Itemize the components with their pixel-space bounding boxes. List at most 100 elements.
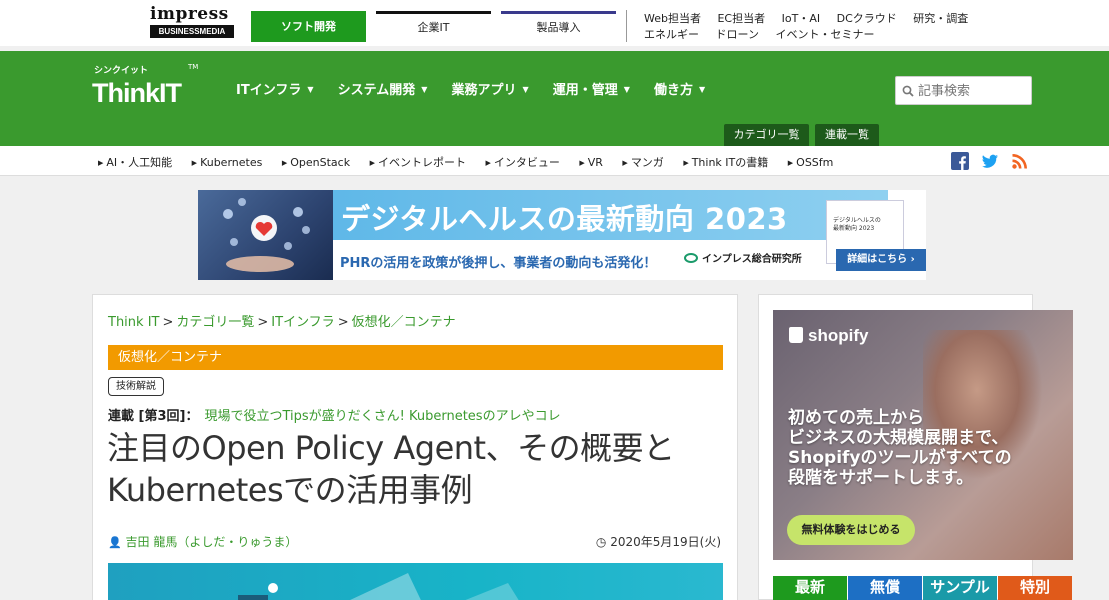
sidebar-tabs: 最新 無償 サンプル 特別 <box>773 576 1073 600</box>
impress-logo-sub: BUSINESSMEDIA <box>150 25 234 38</box>
article-tag[interactable]: 技術解説 <box>108 377 164 396</box>
topic-label: OpenStack <box>290 156 351 169</box>
caret-down-icon: ▼ <box>421 85 428 94</box>
book-title-line1: デジタルヘルスの <box>833 217 881 224</box>
topic-link[interactable]: ▶ Kubernetes <box>192 156 271 169</box>
banner-cta-label: 詳細はこちら <box>847 254 908 265</box>
media-link[interactable]: DCクラウド <box>837 12 897 25</box>
publish-date-value: 2020年5月19日(火) <box>610 535 721 549</box>
caret-down-icon: ▼ <box>699 85 706 94</box>
topic-label: イベントレポート <box>377 156 466 169</box>
media-link[interactable]: Web担当者 <box>644 12 701 25</box>
article-title: 注目のOpen Policy Agent、その概要とKubernetesでの活用… <box>107 429 675 509</box>
nav-item-workstyle[interactable]: 働き方 ▼ <box>654 79 705 98</box>
topic-label: VR <box>587 156 603 169</box>
topic-links: ▶ AI・人工知能 ▶ Kubernetes ▶ OpenStack ▶ イベントレポー… <box>98 154 849 170</box>
search-input[interactable] <box>918 81 1026 101</box>
media-link[interactable]: IoT・AI <box>782 12 820 25</box>
impress-logo[interactable]: impress BUSINESSMEDIA <box>150 5 234 38</box>
caret-down-icon: ▼ <box>522 85 529 94</box>
ad-copy-line: 初めての売上から <box>788 408 924 428</box>
main-nav: ITインフラ ▼ システム開発 ▼ 業務アプリ ▼ 運用・管理 ▼ 働き方 ▼ <box>236 79 724 98</box>
shopify-brand-label: shopify <box>808 326 869 345</box>
category-list-button[interactable]: カテゴリ一覧 <box>724 124 809 146</box>
breadcrumb-link[interactable]: カテゴリ一覧 <box>176 315 254 330</box>
nav-item-business-apps[interactable]: 業務アプリ ▼ <box>451 79 528 98</box>
author-name-link[interactable]: 吉田 龍馬（よしだ・りゅうま） <box>126 535 298 549</box>
topic-link[interactable]: ▶ マンガ <box>622 156 671 169</box>
breadcrumb-separator: > <box>162 315 174 330</box>
media-bar: impress BUSINESSMEDIA ソフト開発 企業IT 製品導入 We… <box>0 0 1109 46</box>
publisher-label: インプレス総合研究所 <box>702 254 802 265</box>
logo-tm: TM <box>188 63 199 71</box>
nav-item-infra[interactable]: ITインフラ ▼ <box>236 79 313 98</box>
media-link[interactable]: イベント・セミナー <box>775 28 874 41</box>
topic-link[interactable]: ▶ Think ITの書籍 <box>683 156 776 169</box>
publisher-name: インプレス総合研究所 <box>684 250 802 265</box>
topic-link[interactable]: ▶ イベントレポート <box>370 156 474 169</box>
banner-cta-button[interactable]: 詳細はこちら › <box>836 249 926 271</box>
media-divider <box>626 10 627 42</box>
triangle-right-icon: ▶ <box>191 159 198 167</box>
article-hero-image <box>108 563 723 600</box>
nav-label: 業務アプリ <box>451 83 517 98</box>
rss-icon[interactable] <box>1011 152 1029 170</box>
media-links-row2: エネルギー ドローン イベント・セミナー <box>644 26 887 42</box>
publish-date: ◷ 2020年5月19日(火) <box>596 533 721 550</box>
tab-special[interactable]: 特別 <box>998 576 1072 600</box>
logo-kana: シンクイット <box>94 66 149 76</box>
breadcrumb-link[interactable]: 仮想化／コンテナ <box>352 315 456 330</box>
caret-down-icon: ▼ <box>623 85 630 94</box>
topic-label: OSSfm <box>796 156 834 169</box>
user-icon: 👤 <box>108 536 122 549</box>
tab-latest[interactable]: 最新 <box>773 576 847 600</box>
tab-product[interactable]: 製品導入 <box>501 11 616 42</box>
nav-item-operations[interactable]: 運用・管理 ▼ <box>553 79 630 98</box>
series-title-link[interactable]: 現場で役立つTipsが盛りだくさん! Kubernetesのアレやコレ <box>204 409 560 424</box>
nav-label: 働き方 <box>653 83 693 98</box>
tab-soft-dev[interactable]: ソフト開発 <box>251 11 366 42</box>
triangle-right-icon: ▶ <box>622 159 628 167</box>
hero-illustration <box>238 573 519 600</box>
series-list-button[interactable]: 連載一覧 <box>815 124 879 146</box>
shopify-logo: shopify <box>789 326 868 346</box>
nav-label: 運用・管理 <box>552 83 618 98</box>
media-link[interactable]: 研究・調査 <box>913 12 968 25</box>
topic-label: Kubernetes <box>200 156 263 169</box>
tab-enterprise-it[interactable]: 企業IT <box>376 11 491 42</box>
impress-mark-icon <box>684 253 698 263</box>
banner-title: デジタルヘルスの最新動向 2023 <box>341 202 788 236</box>
topic-label: インタビュー <box>493 156 560 169</box>
clock-icon: ◷ <box>595 535 607 549</box>
topic-link[interactable]: ▶ OSSfm <box>788 156 842 169</box>
media-link[interactable]: エネルギー <box>644 28 699 41</box>
topic-link[interactable]: ▶ インタビュー <box>485 156 567 169</box>
media-link[interactable]: EC担当者 <box>717 12 765 25</box>
shopify-ad[interactable]: shopify 初めての売上から ビジネスの大規模展開まで、 Shopifyのツ… <box>773 310 1073 560</box>
caret-down-icon: ▼ <box>307 85 314 94</box>
topic-link[interactable]: ▶ VR <box>579 156 611 169</box>
promo-banner[interactable]: デジタルヘルスの最新動向 2023 PHRの活用を政策が後押し、事業者の動向も活… <box>198 190 926 280</box>
banner-title-band: デジタルヘルスの最新動向 2023 <box>333 190 888 240</box>
breadcrumb-link[interactable]: ITインフラ <box>271 315 334 330</box>
nav-item-system-dev[interactable]: システム開発 ▼ <box>338 79 428 98</box>
impress-logo-word: impress <box>150 4 229 24</box>
breadcrumb-separator: > <box>257 315 269 330</box>
media-link[interactable]: ドローン <box>716 28 759 41</box>
twitter-icon[interactable] <box>981 152 999 170</box>
category-label[interactable]: 仮想化／コンテナ <box>108 345 723 370</box>
topic-link[interactable]: ▶ AI・人工知能 <box>98 156 180 169</box>
search-box[interactable] <box>895 76 1032 105</box>
free-trial-button[interactable]: 無料体験をはじめる <box>787 515 915 545</box>
tab-free[interactable]: 無償 <box>848 576 922 600</box>
triangle-right-icon: ▶ <box>579 159 585 167</box>
facebook-icon[interactable] <box>951 152 969 170</box>
tab-sample[interactable]: サンプル <box>923 576 997 600</box>
nav-label: システム開発 <box>337 83 416 98</box>
topic-link[interactable]: ▶ OpenStack <box>282 156 358 169</box>
thinkit-logo[interactable]: シンクイット TM ThinkIT <box>92 63 202 113</box>
topic-label: マンガ <box>630 156 664 169</box>
breadcrumb-link[interactable]: Think IT <box>108 315 159 330</box>
triangle-right-icon: ▶ <box>683 159 689 167</box>
health-icons-illustration <box>223 198 310 272</box>
